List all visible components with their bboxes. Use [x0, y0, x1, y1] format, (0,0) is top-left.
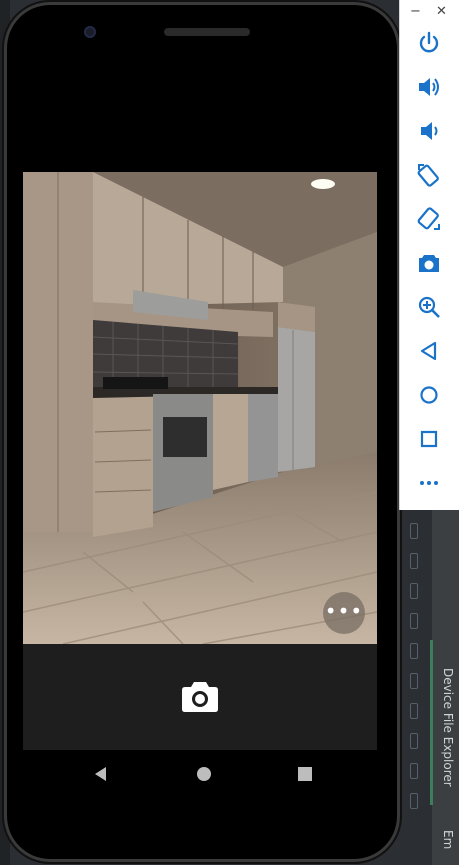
android-nav-bar — [23, 752, 377, 798]
overview-button[interactable] — [416, 426, 442, 452]
front-camera-icon — [84, 26, 96, 38]
device-file-explorer-tab[interactable]: Device File Explorer — [437, 668, 455, 808]
close-button[interactable]: ✕ — [436, 4, 447, 19]
shutter-button[interactable] — [182, 680, 218, 712]
gutter-marker — [410, 553, 418, 569]
rotate-right-icon — [417, 207, 440, 230]
more-options-button[interactable]: ••• — [323, 592, 365, 634]
gutter-marker — [410, 643, 418, 659]
rotate-left-icon — [417, 164, 439, 187]
minimize-button[interactable]: − — [410, 4, 421, 19]
emulator-controls-panel: − ✕ — [399, 0, 459, 510]
gutter-marker — [410, 793, 418, 809]
circle-home-icon — [197, 767, 211, 781]
volume-down-button[interactable] — [416, 118, 442, 144]
camera-icon — [182, 682, 218, 712]
home-button[interactable] — [416, 382, 442, 408]
rotate-left-button[interactable] — [416, 162, 442, 188]
gutter-marker — [410, 673, 418, 689]
camera-preview[interactable]: ••• — [23, 172, 377, 644]
zoom-in-icon — [418, 296, 440, 318]
square-recents-icon — [298, 767, 312, 781]
ide-status-bar-indicator — [430, 640, 433, 805]
nav-back-button[interactable] — [89, 762, 113, 786]
emulator-tool-label: Em — [441, 830, 455, 850]
gutter-marker — [410, 763, 418, 779]
device-file-explorer-label: Device File Explorer — [441, 668, 455, 787]
square-icon — [420, 430, 438, 448]
zoom-button[interactable] — [416, 294, 442, 320]
home-icon — [420, 386, 438, 404]
extended-controls-button[interactable] — [416, 470, 442, 496]
camera-control-bar — [23, 644, 377, 750]
power-button[interactable] — [416, 30, 442, 56]
volume-up-icon — [419, 78, 439, 96]
more-options-label: ••• — [324, 599, 364, 623]
kitchen-scene-image — [23, 172, 377, 644]
power-icon — [419, 31, 439, 53]
emulator-tool-tab[interactable]: Em — [437, 830, 455, 865]
back-icon — [420, 341, 437, 361]
gutter-marker — [410, 613, 418, 629]
back-button[interactable] — [416, 338, 442, 364]
gutter-marker — [410, 523, 418, 539]
nav-recents-button[interactable] — [293, 762, 317, 786]
screenshot-button[interactable] — [416, 250, 442, 276]
phone-screen[interactable]: ••• — [23, 170, 377, 750]
earpiece-speaker — [164, 28, 250, 36]
camera-icon — [419, 255, 439, 272]
triangle-back-icon — [95, 767, 106, 781]
volume-down-icon — [421, 122, 438, 140]
gutter-marker — [410, 703, 418, 719]
more-icon — [420, 481, 438, 485]
nav-home-button[interactable] — [192, 762, 216, 786]
gutter-marker — [410, 733, 418, 749]
rotate-right-button[interactable] — [416, 206, 442, 232]
volume-up-button[interactable] — [416, 74, 442, 100]
gutter-marker — [410, 583, 418, 599]
ide-editor-gutter — [400, 505, 430, 865]
